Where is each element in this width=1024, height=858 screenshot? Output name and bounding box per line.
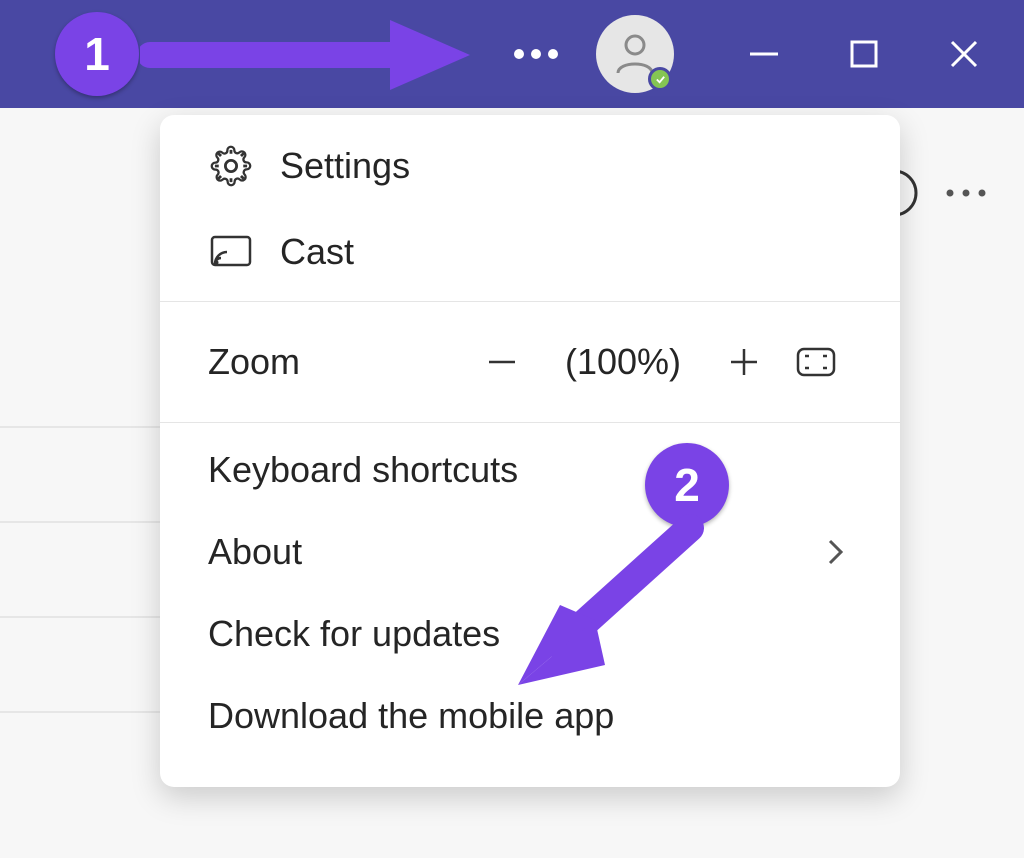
annotation-number: 2 <box>674 458 700 512</box>
menu-item-label: Check for updates <box>208 613 500 655</box>
list-item[interactable] <box>0 333 160 428</box>
chevron-right-icon <box>820 536 852 568</box>
zoom-out-button[interactable] <box>466 334 538 390</box>
presence-available-icon <box>648 67 672 91</box>
menu-item-zoom: Zoom (100%) <box>160 308 900 416</box>
list-item[interactable] <box>0 428 160 523</box>
menu-separator <box>160 301 900 302</box>
menu-item-cast[interactable]: Cast <box>160 209 900 295</box>
menu-item-settings[interactable]: Settings <box>160 123 900 209</box>
close-button[interactable] <box>914 14 1014 94</box>
more-button[interactable] <box>496 14 576 94</box>
sidebar-list <box>0 333 160 713</box>
maximize-button[interactable] <box>814 14 914 94</box>
menu-item-label: Cast <box>280 231 354 273</box>
annotation-badge-1: 1 <box>55 12 139 96</box>
menu-item-label: Keyboard shortcuts <box>208 449 518 491</box>
fullscreen-button[interactable] <box>780 334 852 390</box>
list-item[interactable] <box>0 618 160 713</box>
user-avatar[interactable] <box>596 15 674 93</box>
content-more-button[interactable] <box>936 163 996 223</box>
zoom-percent: (100%) <box>538 341 708 383</box>
annotation-arrow-2 <box>500 510 720 700</box>
gear-icon <box>208 143 254 189</box>
list-item[interactable] <box>0 523 160 618</box>
menu-item-label: Settings <box>280 145 410 187</box>
menu-separator <box>160 422 900 423</box>
annotation-arrow-1 <box>140 10 480 100</box>
zoom-in-button[interactable] <box>708 334 780 390</box>
menu-item-keyboard-shortcuts[interactable]: Keyboard shortcuts <box>160 429 900 511</box>
menu-item-label: Download the mobile app <box>208 695 614 737</box>
cast-icon <box>208 229 254 275</box>
zoom-label: Zoom <box>208 341 300 383</box>
menu-item-label: About <box>208 531 302 573</box>
annotation-number: 1 <box>84 27 110 81</box>
minimize-button[interactable] <box>714 14 814 94</box>
